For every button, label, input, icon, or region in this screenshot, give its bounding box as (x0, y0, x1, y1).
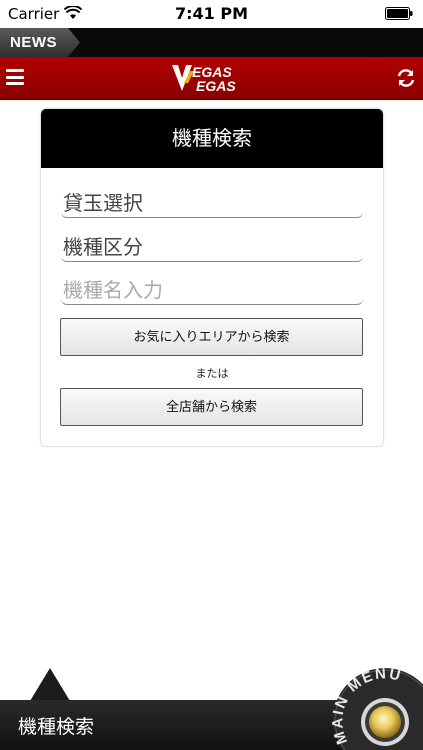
hamburger-menu-icon[interactable] (6, 69, 24, 85)
model-name-input[interactable]: 機種名入力 (61, 275, 363, 305)
bottom-page-title: 機種検索 (18, 716, 95, 738)
main-menu-dial[interactable]: MAIN MENU (330, 660, 423, 750)
bottom-pointer-triangle (30, 668, 70, 701)
refresh-icon[interactable] (396, 68, 416, 88)
news-bar: NEWS (0, 28, 423, 57)
ball-select-field[interactable]: 貸玉選択 (61, 188, 363, 218)
news-button[interactable]: NEWS (10, 34, 57, 51)
app-header: EGAS EGAS (0, 57, 423, 100)
or-label: または (195, 367, 229, 380)
search-favorites-button[interactable]: お気に入りエリアから検索 (60, 318, 363, 356)
status-time: 7:41 PM (174, 4, 248, 23)
search-card-title: 機種検索 (41, 109, 383, 168)
category-select-field[interactable]: 機種区分 (61, 232, 363, 262)
status-bar: Carrier 7:41 PM (0, 0, 423, 28)
search-all-stores-button[interactable]: 全店舗から検索 (60, 388, 363, 426)
search-card: 機種検索 貸玉選択 機種区分 機種名入力 お気に入りエリアから検索 または 全店… (40, 108, 384, 447)
svg-text:EGAS: EGAS (196, 78, 236, 94)
vegas-vegas-logo: EGAS EGAS (172, 64, 236, 94)
battery-icon (385, 7, 413, 20)
